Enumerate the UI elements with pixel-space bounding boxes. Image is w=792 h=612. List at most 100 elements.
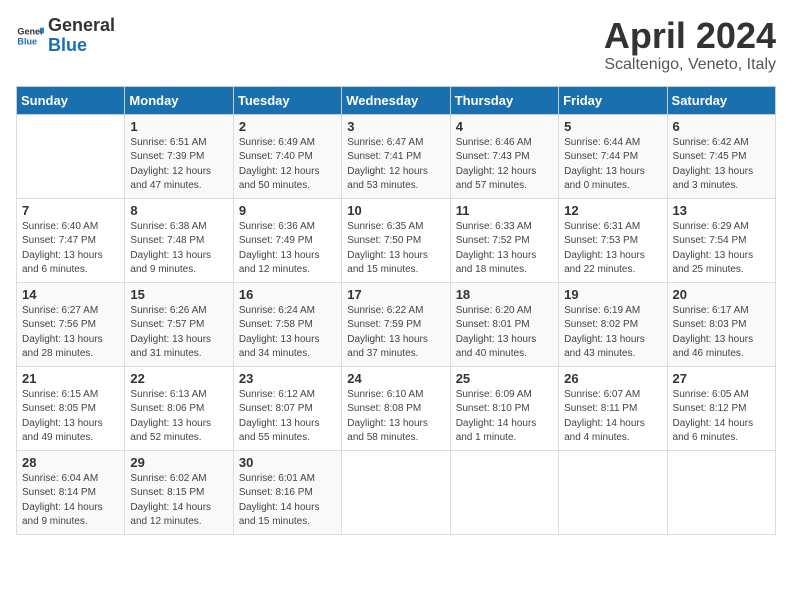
calendar-cell: 9Sunrise: 6:36 AMSunset: 7:49 PMDaylight… (233, 198, 341, 282)
calendar-cell: 6 Sunrise: 6:42 AMSunset: 7:45 PMDaylight… (667, 114, 775, 198)
day-number: 16 (239, 287, 336, 302)
weekday-header: Thursday (450, 86, 558, 114)
weekday-header: Tuesday (233, 86, 341, 114)
day-info: Sunrise: 6:26 AMSunset: 7:57 PMDaylight:… (130, 304, 227, 362)
day-number: 9 (239, 203, 336, 218)
logo: General Blue General Blue (16, 16, 115, 56)
weekday-header: Monday (125, 86, 233, 114)
day-number: 23 (239, 371, 336, 386)
calendar-cell: 20 Sunrise: 6:17 AMSunset: 8:03 PMDayligh… (667, 282, 775, 366)
day-info: Sunrise: 6:04 AMSunset: 8:14 PMDaylight:… (22, 472, 119, 530)
calendar-cell: 7 Sunrise: 6:40 AMSunset: 7:47 PMDaylight… (17, 198, 125, 282)
calendar-week-row: 1Sunrise: 6:51 AMSunset: 7:39 PMDaylight… (17, 114, 776, 198)
day-info: Sunrise: 6:33 AMSunset: 7:52 PMDaylight:… (456, 220, 553, 278)
calendar-cell: 18Sunrise: 6:20 AMSunset: 8:01 PMDayligh… (450, 282, 558, 366)
calendar-week-row: 21 Sunrise: 6:15 AMSunset: 8:05 PMDayligh… (17, 366, 776, 450)
calendar-cell: 27 Sunrise: 6:05 AMSunset: 8:12 PMDayligh… (667, 366, 775, 450)
calendar-cell (559, 450, 667, 534)
calendar-cell: 2 Sunrise: 6:49 AMSunset: 7:40 PMDaylight… (233, 114, 341, 198)
calendar-cell: 29 Sunrise: 6:02 AMSunset: 8:15 PMDayligh… (125, 450, 233, 534)
day-info: Sunrise: 6:22 AMSunset: 7:59 PMDaylight:… (347, 304, 444, 362)
calendar-cell: 19 Sunrise: 6:19 AMSunset: 8:02 PMDayligh… (559, 282, 667, 366)
calendar-cell: 11 Sunrise: 6:33 AMSunset: 7:52 PMDayligh… (450, 198, 558, 282)
logo-general-text: General (48, 16, 115, 36)
calendar-cell: 15 Sunrise: 6:26 AMSunset: 7:57 PMDayligh… (125, 282, 233, 366)
day-number: 5 (564, 119, 661, 134)
day-info: Sunrise: 6:02 AMSunset: 8:15 PMDaylight:… (130, 472, 227, 530)
day-info: Sunrise: 6:17 AMSunset: 8:03 PMDaylight:… (673, 304, 770, 362)
weekday-header: Sunday (17, 86, 125, 114)
day-info: Sunrise: 6:19 AMSunset: 8:02 PMDaylight:… (564, 304, 661, 362)
day-number: 13 (673, 203, 770, 218)
calendar-cell: 8 Sunrise: 6:38 AMSunset: 7:48 PMDaylight… (125, 198, 233, 282)
logo-blue-text: Blue (48, 36, 115, 56)
day-number: 8 (130, 203, 227, 218)
weekday-header: Wednesday (342, 86, 450, 114)
day-number: 27 (673, 371, 770, 386)
calendar-cell: 24 Sunrise: 6:10 AMSunset: 8:08 PMDayligh… (342, 366, 450, 450)
calendar-cell: 1Sunrise: 6:51 AMSunset: 7:39 PMDaylight… (125, 114, 233, 198)
day-number: 12 (564, 203, 661, 218)
calendar-cell: 22Sunrise: 6:13 AMSunset: 8:06 PMDayligh… (125, 366, 233, 450)
day-number: 19 (564, 287, 661, 302)
day-number: 22 (130, 371, 227, 386)
day-info: Sunrise: 6:42 AMSunset: 7:45 PMDaylight:… (673, 136, 770, 194)
weekday-header: Friday (559, 86, 667, 114)
day-number: 30 (239, 455, 336, 470)
day-info: Sunrise: 6:07 AMSunset: 8:11 PMDaylight:… (564, 388, 661, 446)
day-info: Sunrise: 6:49 AMSunset: 7:40 PMDaylight:… (239, 136, 336, 194)
page-header: General Blue General Blue April 2024 Sca… (16, 16, 776, 74)
day-number: 11 (456, 203, 553, 218)
logo-icon: General Blue (16, 22, 44, 50)
day-info: Sunrise: 6:31 AMSunset: 7:53 PMDaylight:… (564, 220, 661, 278)
calendar-cell (17, 114, 125, 198)
calendar-week-row: 7 Sunrise: 6:40 AMSunset: 7:47 PMDaylight… (17, 198, 776, 282)
calendar-table: SundayMondayTuesdayWednesdayThursdayFrid… (16, 86, 776, 535)
day-info: Sunrise: 6:47 AMSunset: 7:41 PMDaylight:… (347, 136, 444, 194)
day-number: 17 (347, 287, 444, 302)
day-info: Sunrise: 6:40 AMSunset: 7:47 PMDaylight:… (22, 220, 119, 278)
calendar-cell: 23Sunrise: 6:12 AMSunset: 8:07 PMDayligh… (233, 366, 341, 450)
day-number: 18 (456, 287, 553, 302)
day-number: 7 (22, 203, 119, 218)
calendar-cell: 30Sunrise: 6:01 AMSunset: 8:16 PMDayligh… (233, 450, 341, 534)
day-info: Sunrise: 6:29 AMSunset: 7:54 PMDaylight:… (673, 220, 770, 278)
day-number: 24 (347, 371, 444, 386)
day-info: Sunrise: 6:09 AMSunset: 8:10 PMDaylight:… (456, 388, 553, 446)
day-number: 15 (130, 287, 227, 302)
calendar-cell: 12 Sunrise: 6:31 AMSunset: 7:53 PMDayligh… (559, 198, 667, 282)
calendar-cell: 3Sunrise: 6:47 AMSunset: 7:41 PMDaylight… (342, 114, 450, 198)
day-info: Sunrise: 6:44 AMSunset: 7:44 PMDaylight:… (564, 136, 661, 194)
day-number: 29 (130, 455, 227, 470)
day-info: Sunrise: 6:38 AMSunset: 7:48 PMDaylight:… (130, 220, 227, 278)
day-info: Sunrise: 6:15 AMSunset: 8:05 PMDaylight:… (22, 388, 119, 446)
day-number: 4 (456, 119, 553, 134)
weekday-header: Saturday (667, 86, 775, 114)
day-number: 10 (347, 203, 444, 218)
day-info: Sunrise: 6:35 AMSunset: 7:50 PMDaylight:… (347, 220, 444, 278)
calendar-cell (450, 450, 558, 534)
calendar-cell: 5 Sunrise: 6:44 AMSunset: 7:44 PMDaylight… (559, 114, 667, 198)
day-info: Sunrise: 6:10 AMSunset: 8:08 PMDaylight:… (347, 388, 444, 446)
day-info: Sunrise: 6:05 AMSunset: 8:12 PMDaylight:… (673, 388, 770, 446)
day-number: 6 (673, 119, 770, 134)
day-number: 14 (22, 287, 119, 302)
day-number: 25 (456, 371, 553, 386)
calendar-cell: 21 Sunrise: 6:15 AMSunset: 8:05 PMDayligh… (17, 366, 125, 450)
day-number: 28 (22, 455, 119, 470)
day-number: 1 (130, 119, 227, 134)
calendar-cell: 4 Sunrise: 6:46 AMSunset: 7:43 PMDaylight… (450, 114, 558, 198)
day-number: 2 (239, 119, 336, 134)
calendar-cell (342, 450, 450, 534)
location-title: Scaltenigo, Veneto, Italy (604, 56, 776, 74)
day-info: Sunrise: 6:46 AMSunset: 7:43 PMDaylight:… (456, 136, 553, 194)
calendar-cell: 28 Sunrise: 6:04 AMSunset: 8:14 PMDayligh… (17, 450, 125, 534)
calendar-cell: 16Sunrise: 6:24 AMSunset: 7:58 PMDayligh… (233, 282, 341, 366)
calendar-cell: 26Sunrise: 6:07 AMSunset: 8:11 PMDayligh… (559, 366, 667, 450)
day-number: 21 (22, 371, 119, 386)
calendar-cell: 10 Sunrise: 6:35 AMSunset: 7:50 PMDayligh… (342, 198, 450, 282)
month-title: April 2024 (604, 16, 776, 56)
calendar-cell (667, 450, 775, 534)
calendar-cell: 17 Sunrise: 6:22 AMSunset: 7:59 PMDayligh… (342, 282, 450, 366)
day-number: 20 (673, 287, 770, 302)
